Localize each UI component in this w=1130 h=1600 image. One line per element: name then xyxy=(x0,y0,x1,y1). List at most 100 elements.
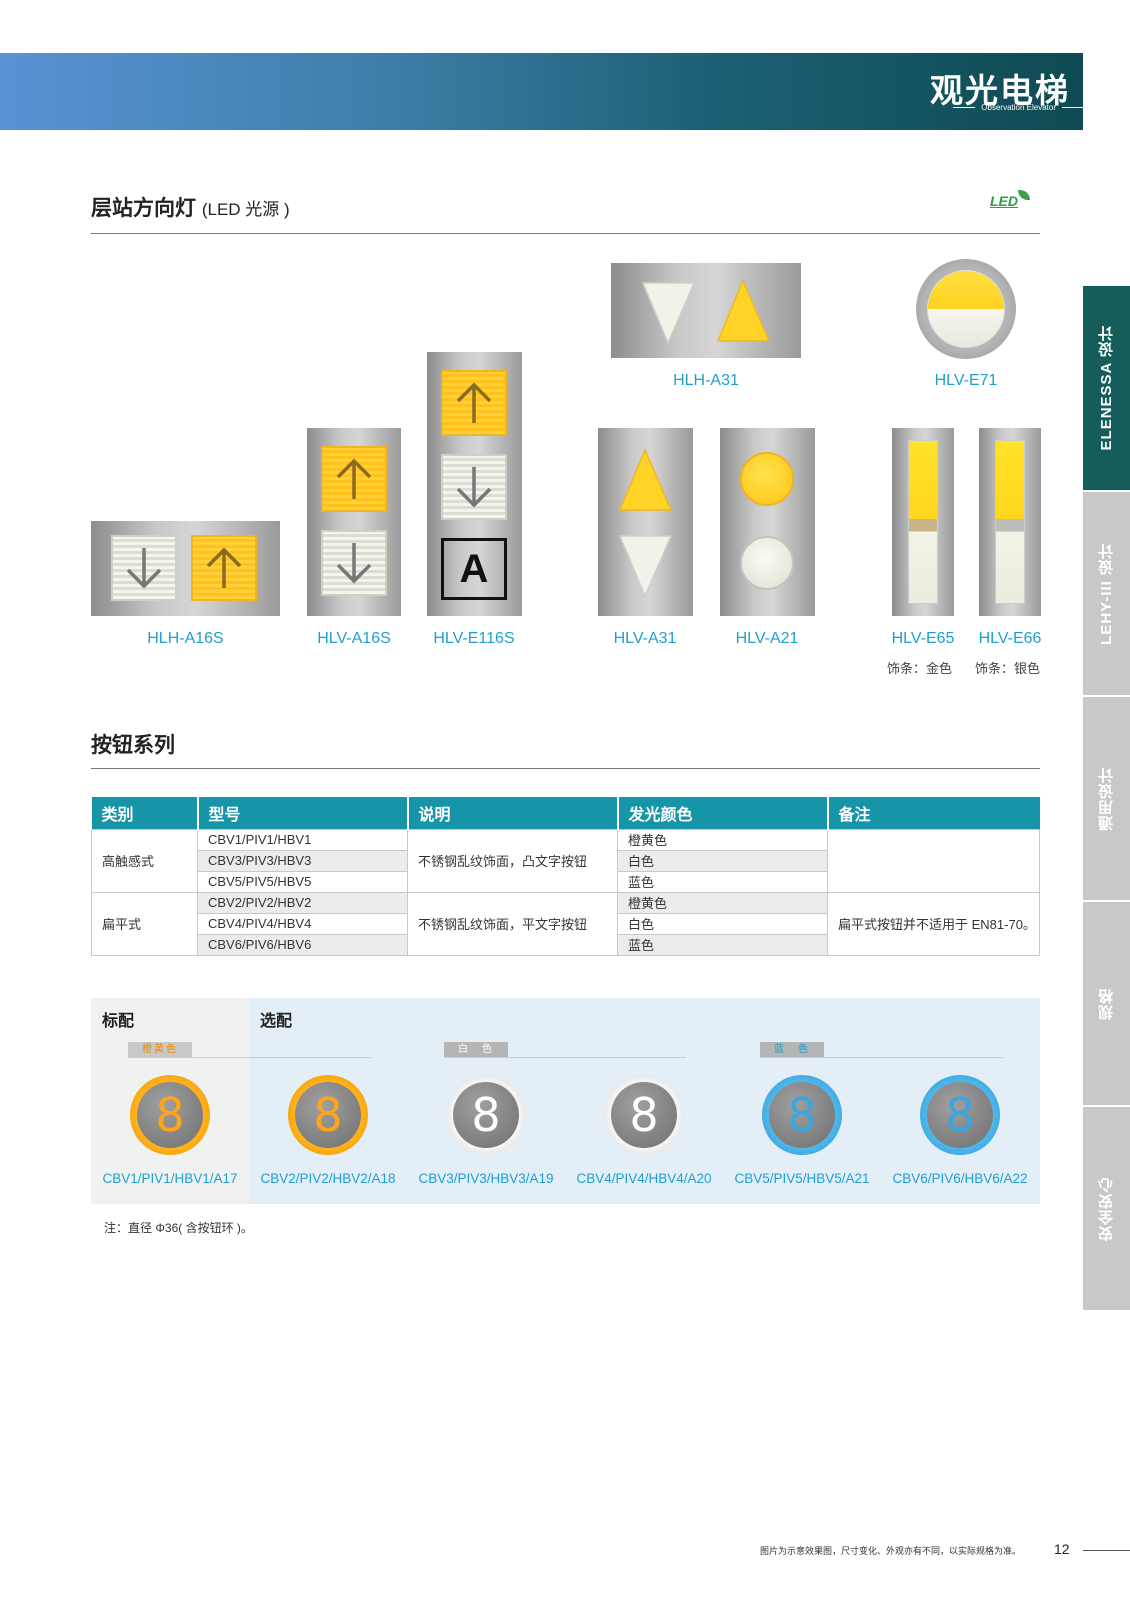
caption-hlh-a31: HLH-A31 xyxy=(673,372,739,389)
button-caption: CBV1/PIV1/HBV1/A17 xyxy=(102,1171,238,1186)
button-cbv2: 8 xyxy=(288,1075,368,1155)
model-cell: CBV5/PIV5/HBV5 xyxy=(197,870,408,893)
model-cell: CBV1/PIV1/HBV1 xyxy=(197,828,408,851)
tag-blue: 蓝 色 xyxy=(760,1042,824,1057)
header-light-color: 发光颜色 xyxy=(617,797,829,829)
up-arrow-icon xyxy=(321,446,387,512)
tag-white: 白 色 xyxy=(444,1042,508,1057)
tab-elenessa[interactable]: ELENESSA 设计 xyxy=(1083,286,1130,490)
category-cell: 高触感式 xyxy=(91,828,198,893)
button-caption: CBV2/PIV2/HBV2/A18 xyxy=(260,1171,396,1186)
button-caption: CBV4/PIV4/HBV4/A20 xyxy=(576,1171,712,1186)
split-lens-icon xyxy=(927,270,1005,348)
up-triangle-icon xyxy=(618,448,673,511)
product-hlv-e66 xyxy=(979,428,1041,616)
table-header-row: 类别 型号 说明 发光颜色 备注 xyxy=(91,797,1040,829)
caption-hlv-e66: HLV-E66 xyxy=(978,630,1042,647)
digit-glyph: 8 xyxy=(611,1082,677,1148)
banner-subtitle: Observation Elevator xyxy=(953,103,1084,112)
footer-disclaimer: 图片为示意效果图，尺寸变化、外观亦有不同，以实际规格为准。 xyxy=(760,1546,1022,1556)
up-arrow-icon xyxy=(441,370,507,436)
digit-glyph: 8 xyxy=(769,1082,835,1148)
note-hlv-e65: 饰条：金色 xyxy=(887,661,953,676)
product-hlv-a21 xyxy=(720,428,815,616)
product-hlv-a31 xyxy=(598,428,693,616)
header-banner xyxy=(0,53,1083,130)
digit-glyph: 8 xyxy=(453,1082,519,1148)
tab-universal-design[interactable]: 通用设计 xyxy=(1083,697,1130,900)
product-hlv-e71 xyxy=(916,259,1016,359)
tag-divider xyxy=(128,1057,371,1058)
model-cell: CBV3/PIV3/HBV3 xyxy=(197,849,408,872)
tag-orange: 橙黄色 xyxy=(128,1042,192,1057)
button-spec-table: 类别 型号 说明 发光颜色 备注 高触感式 CBV1/PIV1/HBV1 不锈钢… xyxy=(91,797,1040,956)
caption-hlv-a16s: HLV-A16S xyxy=(317,630,391,647)
header-category: 类别 xyxy=(91,797,199,829)
button-cbv1: 8 xyxy=(130,1075,210,1155)
button-cbv4: 8 xyxy=(604,1075,684,1155)
diameter-note: 注：直径 Φ36( 含按钮环 )。 xyxy=(104,1221,253,1235)
page-number: 12 xyxy=(1054,1541,1070,1557)
led-logo: LED xyxy=(990,193,1018,209)
up-triangle-icon xyxy=(716,279,771,342)
button-caption: CBV5/PIV5/HBV5/A21 xyxy=(734,1171,870,1186)
product-hlv-e65 xyxy=(892,428,954,616)
down-arrow-icon xyxy=(111,535,177,601)
caption-hlv-e65: HLV-E65 xyxy=(891,630,955,647)
button-cbv3: 8 xyxy=(446,1075,526,1155)
color-cell: 白色 xyxy=(617,849,828,872)
model-cell: CBV4/PIV4/HBV4 xyxy=(197,912,408,935)
page-line xyxy=(1083,1550,1130,1551)
light-bar-icon xyxy=(908,440,938,604)
color-cell: 白色 xyxy=(617,912,828,935)
table-row: 高触感式 CBV1/PIV1/HBV1 不锈钢乱纹饰面，凸文字按钮 橙黄色 xyxy=(91,828,1040,893)
product-hlv-e116s: A xyxy=(427,352,522,616)
up-lamp-icon xyxy=(740,452,794,506)
tab-specifications[interactable]: 规格 xyxy=(1083,902,1130,1105)
tag-divider xyxy=(444,1057,686,1058)
table-row: 扁平式 CBV2/PIV2/HBV2 不锈钢乱纹饰面，平文字按钮 橙黄色 扁平式… xyxy=(91,891,1040,956)
remark-cell xyxy=(827,828,1040,893)
section-title-buttons: 按钮系列 xyxy=(91,734,175,757)
caption-hlh-a16s: HLH-A16S xyxy=(147,630,224,647)
color-cell: 橙黄色 xyxy=(617,828,828,851)
section-rule xyxy=(91,768,1040,769)
down-lamp-icon xyxy=(740,536,794,590)
digit-glyph: 8 xyxy=(295,1082,361,1148)
section-title-lanterns: 层站方向灯 (LED 光源 ) xyxy=(91,197,290,220)
button-cbv5: 8 xyxy=(762,1075,842,1155)
category-cell: 扁平式 xyxy=(91,891,198,956)
optional-label: 选配 xyxy=(260,1013,293,1030)
remark-cell: 扁平式按钮并不适用于 EN81-70。 xyxy=(827,891,1040,956)
tab-safety[interactable]: 安全安心 xyxy=(1083,1107,1130,1310)
down-arrow-icon xyxy=(441,454,507,520)
button-caption: CBV6/PIV6/HBV6/A22 xyxy=(892,1171,1028,1186)
model-cell: CBV2/PIV2/HBV2 xyxy=(197,891,408,914)
product-hlh-a31 xyxy=(611,263,801,358)
header-description: 说明 xyxy=(407,797,619,829)
down-arrow-icon xyxy=(321,530,387,596)
product-hlh-a16s xyxy=(91,521,280,616)
tab-lehy-iii[interactable]: LEHY-III 设计 xyxy=(1083,492,1130,695)
color-cell: 蓝色 xyxy=(617,870,828,893)
up-arrow-icon xyxy=(191,535,257,601)
caption-hlv-a31: HLV-A31 xyxy=(613,630,677,647)
car-letter-display: A xyxy=(441,538,507,600)
tag-divider xyxy=(760,1057,1003,1058)
section-rule xyxy=(91,233,1040,234)
button-caption: CBV3/PIV3/HBV3/A19 xyxy=(418,1171,554,1186)
leaf-icon xyxy=(1018,190,1030,200)
header-remark: 备注 xyxy=(827,797,1040,829)
button-cbv6: 8 xyxy=(920,1075,1000,1155)
digit-glyph: 8 xyxy=(137,1082,203,1148)
color-cell: 蓝色 xyxy=(617,933,828,956)
digit-glyph: 8 xyxy=(927,1082,993,1148)
color-cell: 橙黄色 xyxy=(617,891,828,914)
light-bar-icon xyxy=(995,440,1025,604)
down-triangle-icon xyxy=(618,535,673,598)
note-hlv-e66: 饰条：银色 xyxy=(975,661,1041,676)
caption-hlv-a21: HLV-A21 xyxy=(735,630,799,647)
product-hlv-a16s xyxy=(307,428,401,616)
header-model: 型号 xyxy=(197,797,409,829)
caption-hlv-e116s: HLV-E116S xyxy=(433,630,515,647)
